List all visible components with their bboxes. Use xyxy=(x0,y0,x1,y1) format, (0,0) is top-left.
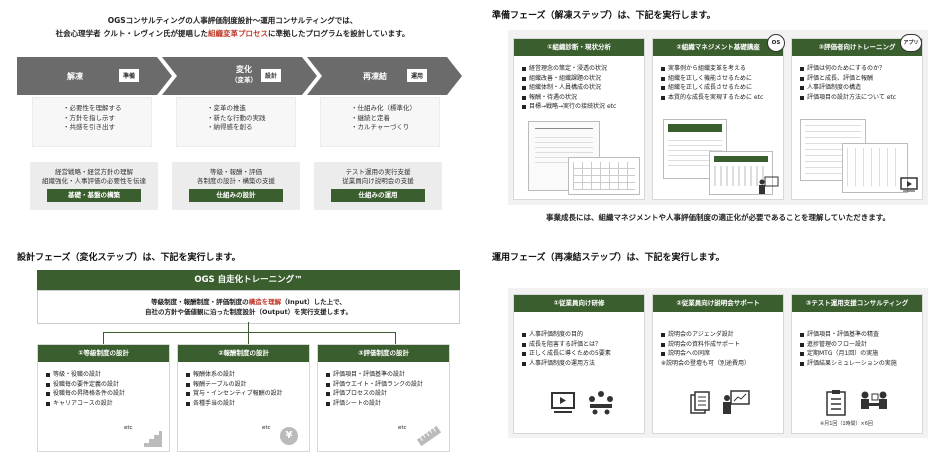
design-card-3-list: 評価項目・評価基準の設計 評価ウエイト・評価ランクの設計 評価プロセスの設計 評価シー… xyxy=(318,370,449,408)
phase-1-points: ・必要性を理解する ・方針を指し示す ・共感を引き出す xyxy=(32,97,152,147)
phase-2-name: 変化 （変革） xyxy=(231,65,257,84)
design-card-2-list: 報酬体系の設計 報酬テーブルの設計 賞与・インセンティブ報酬の設計 各種手当の設計 xyxy=(178,370,309,408)
ops-card-3: ③テスト運用支援コンサルティング 評価項目・評価基準の精査 進捗管理のフロー設計定… xyxy=(791,294,923,434)
prep-card-3: ③評価者向けトレーニング 評価は何のためにするのか？ 評価と成長、評価と報酬 人事評… xyxy=(791,38,923,200)
phase-1-tag: 準備 xyxy=(119,69,140,82)
design-card-2: ②報酬制度の設計 報酬体系の設計 報酬テーブルの設計 賞与・インセンティブ報酬の設計… xyxy=(177,344,310,452)
prep-card-1: ①組織診断・現状分析 経営理念の策定・浸透の状況 組織改善・組織課題の状況 組織体制… xyxy=(513,38,645,200)
ops-card-1-title: ①従業員向け研修 xyxy=(514,295,644,312)
prep-heading: 準備フェーズ（解凍ステップ）は、下記を実行します。 xyxy=(492,11,716,21)
app-badge: アプリ xyxy=(900,34,922,52)
phase-1-button: 基礎・基盤の構築 xyxy=(47,189,141,202)
os-badge: OS xyxy=(767,34,785,52)
prep-card-2-list: 実事例から組織変革を考える 組織を正しく機能させるために 組織を正しく成長させるため… xyxy=(653,64,783,102)
design-card-1: ①等級制度の設計 等級・役職の設計 役職毎の要件定義の設計 役職毎の昇降格条件の設計… xyxy=(37,344,170,452)
design-card-3-title: ③評価制度の設計 xyxy=(318,345,449,362)
document-icon xyxy=(690,391,710,414)
ops-card-2-list: 説明会のアジェンダ設計 説明会の資料作成サポート 説明会への同席 xyxy=(653,330,783,359)
prep-card-1-list: 経営理念の策定・浸透の状況 組織改善・組織課題の状況 組織体制・人員構成の状況 報酬・… xyxy=(514,64,644,112)
consultation-icon xyxy=(861,391,887,409)
phase-3-points: ・仕組み化（標準化） ・継続と定着 ・カルチャーづくり xyxy=(320,97,440,147)
app-thumbnail-2 xyxy=(842,143,908,193)
phase-3-button: 仕組みの運用 xyxy=(331,189,425,202)
yen-icon: ¥ xyxy=(280,427,298,445)
phase-1-name: 解凍 xyxy=(67,72,83,81)
ops-card-1-list: 人事評価制度の目的 成長を阻害する評価とは？ 正しく成長に導くための5要素 人事評価制… xyxy=(514,330,644,368)
ops-card-2: ②従業員向け説明会サポート 説明会のアジェンダ設計 説明会の資料作成サポート 説明会… xyxy=(652,294,784,434)
ops-card-2-title: ②従業員向け説明会サポート xyxy=(653,295,783,312)
phase-3-summary: テスト運用の実行支援 従業員向け説明会の支援 仕組みの運用 xyxy=(314,162,442,210)
phase-2-tag: 設計 xyxy=(261,69,282,82)
prep-card-3-list: 評価は何のためにするのか？ 評価と成長、評価と報酬 人事評価制度の構造 評価項目の設計… xyxy=(792,64,922,102)
intro-text: OGSコンサルティングの人事評価制度設計～運用コンサルティングでは、 社会心理学… xyxy=(0,14,465,40)
phase-3-name: 再凍結 xyxy=(363,72,387,81)
design-card-3: ③評価制度の設計 評価項目・評価基準の設計 評価ウエイト・評価ランクの設計 評価プロ… xyxy=(317,344,450,452)
phase-2-summary: 等級・報酬・評価 各制度の設計・構築の支援 仕組みの設計 xyxy=(172,162,300,210)
chart-thumbnail xyxy=(568,157,640,195)
checklist-icon xyxy=(826,390,846,416)
ops-heading: 運用フェーズ（再凍結ステップ）は、下記を実行します。 xyxy=(492,253,725,263)
ops-card-3-note: ※月1回（1時間）×6回 xyxy=(820,421,873,427)
intro-line-1: OGSコンサルティングの人事評価制度設計～運用コンサルティングでは、 xyxy=(107,16,358,25)
design-program: OGS 自走化トレーニング™ 等級制度・報酬制度・評価制度の構造を理解（Inpu… xyxy=(37,270,460,324)
design-heading: 設計フェーズ（変化ステップ）は、下記を実行します。 xyxy=(17,253,241,263)
presenter-icon xyxy=(759,176,779,194)
video-lesson-icon xyxy=(551,392,575,413)
phase-2-button: 仕組みの設計 xyxy=(189,189,283,202)
prep-card-2-title: ②組織マネジメント基礎講座 xyxy=(653,39,783,56)
intro-line-2: 社会心理学者 クルト・レヴィン氏が提唱した組織変革プロセスに準拠したプログラムを… xyxy=(55,29,410,38)
meeting-icon xyxy=(589,391,613,415)
ruler-icon xyxy=(416,425,442,447)
design-card-1-title: ①等級制度の設計 xyxy=(38,345,169,362)
phase-1-summary: 経営戦略・経営方針の理解 組織強化・人事評価の必要性を伝達 基礎・基盤の構築 xyxy=(30,162,158,210)
phase-labels: 解凍 準備 変化 （変革） 設計 再凍結 運用 xyxy=(17,57,467,95)
ops-card-2-extra: ※説明会の登壇も可（別途費用） xyxy=(661,359,751,367)
design-program-title: OGS 自走化トレーニング™ xyxy=(37,270,460,290)
ops-card-3-list: 評価項目・評価基準の精査 進捗管理のフロー設計 定期MTG（月1回）の実施 評価結果シ… xyxy=(792,330,922,368)
design-card-2-title: ②報酬制度の設計 xyxy=(178,345,309,362)
ops-card-1: ①従業員向け研修 人事評価制度の目的 成長を阻害する評価とは？ 正しく成長に導くため… xyxy=(513,294,645,434)
video-icon xyxy=(900,177,918,192)
phase-3-tag: 運用 xyxy=(407,69,428,82)
presentation-icon xyxy=(723,390,750,414)
ops-card-3-title: ③テスト運用支援コンサルティング xyxy=(792,295,922,312)
design-program-desc: 等級制度・報酬制度・評価制度の構造を理解（Input）した上で、 自社の方針や価… xyxy=(37,290,460,324)
phase-2-points: ・変革の推進 ・新たな行動の実践 ・納得感を創る xyxy=(176,97,296,147)
prep-footer: 事業成長には、組織マネジメントや人事評価制度の適正化が必要であることを理解してい… xyxy=(546,213,890,222)
prep-card-2: ②組織マネジメント基礎講座 実事例から組織変革を考える 組織を正しく機能させるため… xyxy=(652,38,784,200)
design-card-1-list: 等級・役職の設計 役職毎の要件定義の設計 役職毎の昇降格条件の設計 キャリアコースの設… xyxy=(38,370,169,408)
stairs-icon xyxy=(144,431,162,447)
prep-card-1-title: ①組織診断・現状分析 xyxy=(514,39,644,56)
